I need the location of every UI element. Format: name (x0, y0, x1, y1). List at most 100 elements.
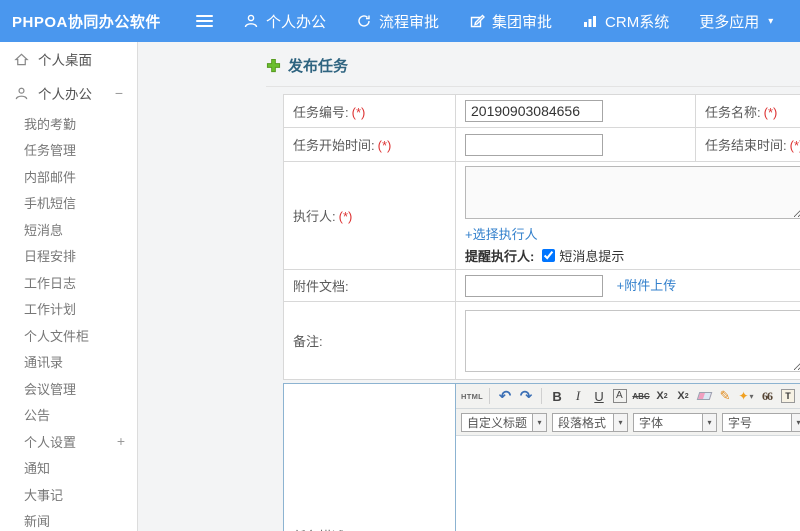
user-icon (243, 13, 259, 29)
font-box-glyph: A (613, 389, 628, 403)
table-row: 任务描述:(*) HTML ↶ ↷ B I U A ABC X2 X2 (283, 383, 800, 531)
hamburger-menu-icon[interactable] (196, 12, 213, 30)
editor-toolbar-row1: HTML ↶ ↷ B I U A ABC X2 X2 ✎ ✦ ▾ 66 T (456, 384, 800, 409)
required-marker: (*) (377, 138, 392, 153)
eraser-glyph (696, 392, 712, 400)
sidebar-item-label: 会议管理 (24, 381, 77, 397)
sidebar-item-mobile-sms[interactable]: 手机短信 (0, 190, 137, 217)
task-number-input[interactable] (465, 100, 603, 122)
sidebar-item-notice[interactable]: 通知 (0, 455, 137, 482)
sidebar-item-label: 手机短信 (24, 196, 77, 212)
sidebar-item-personal-file-cabinet[interactable]: 个人文件柜 (0, 322, 137, 349)
task-name-label: 任务名称: (705, 104, 761, 120)
caret-down-icon: ▾ (791, 413, 800, 431)
sidebar-item-meeting-management[interactable]: 会议管理 (0, 375, 137, 402)
bold-button[interactable]: B (548, 387, 566, 406)
nav-more-apps[interactable]: 更多应用 ▾ (699, 11, 773, 32)
remark-textarea[interactable] (465, 309, 800, 372)
start-time-field-cell (455, 127, 696, 162)
strikethrough-button[interactable]: ABC (632, 387, 650, 406)
toolbar-separator (489, 388, 491, 404)
paragraph-format-dropdown[interactable]: 段落格式 ▾ (552, 412, 629, 432)
home-icon (14, 52, 29, 67)
font-box-button[interactable]: A (611, 387, 629, 406)
caret-down-icon: ▾ (532, 413, 547, 431)
app-logo: PHPOA协同办公软件 (12, 13, 161, 31)
redo-icon[interactable]: ↷ (517, 387, 535, 406)
blockquote-button[interactable]: 66 (758, 387, 776, 406)
sidebar-item-label: 工作计划 (24, 302, 77, 318)
task-name-label-cell: 任务名称: (*) (695, 94, 800, 128)
sidebar-item-announcement[interactable]: 公告 (0, 402, 137, 429)
underline-button[interactable]: U (590, 387, 608, 406)
sidebar-item-personal-settings[interactable]: 个人设置 + (0, 428, 137, 455)
attachment-label: 附件文档: (293, 279, 349, 294)
sidebar-item-label: 我的考勤 (24, 116, 77, 132)
sidebar-item-work-log[interactable]: 工作日志 (0, 269, 137, 296)
attachment-input[interactable] (465, 274, 603, 297)
attachment-upload-link[interactable]: +附件上传 (617, 278, 677, 293)
sidebar-item-personal-office[interactable]: 个人办公 − (0, 76, 137, 110)
executor-label-cell: 执行人: (*) (283, 161, 456, 270)
end-time-label-cell: 任务结束时间:(*) (695, 127, 800, 162)
editor-content-area[interactable] (456, 436, 800, 531)
font-family-dropdown[interactable]: 字体 ▾ (633, 412, 718, 432)
custom-heading-dropdown[interactable]: 自定义标题 ▾ (461, 412, 548, 432)
nav-personal-office[interactable]: 个人办公 (243, 11, 326, 32)
sms-remind-checkbox[interactable] (542, 249, 556, 262)
highlight-wand-button[interactable]: ✦ ▾ (737, 387, 755, 406)
sup-mark: 2 (663, 392, 668, 400)
format-brush-icon[interactable]: ✎ (716, 387, 734, 406)
sidebar-item-label: 日程安排 (24, 249, 77, 265)
choose-executor-link[interactable]: +选择执行人 (465, 227, 538, 242)
sidebar-item-label: 个人办公 (38, 87, 92, 102)
caret-down-icon: ▾ (613, 413, 628, 431)
sidebar-item-big-events[interactable]: 大事记 (0, 481, 137, 508)
page-title: 发布任务 (288, 58, 349, 75)
sidebar-item-label: 通知 (24, 461, 51, 477)
required-marker: (*) (763, 104, 778, 120)
table-row: 附件文档: +附件上传 (283, 269, 800, 302)
sidebar-item-work-plan[interactable]: 工作计划 (0, 296, 137, 323)
executor-label: 执行人: (293, 209, 336, 224)
sidebar-item-label: 短消息 (24, 222, 64, 238)
required-marker: (*) (338, 209, 353, 224)
eraser-icon[interactable] (695, 387, 713, 406)
nav-workflow-approval[interactable]: 流程审批 (356, 11, 439, 32)
sidebar-item-personal-desktop[interactable]: 个人桌面 (0, 42, 137, 76)
task-number-label-cell: 任务编号: (*) (283, 94, 456, 128)
start-time-input[interactable] (465, 133, 603, 156)
nav-crm-system[interactable]: CRM系统 (582, 11, 669, 32)
attachment-field-cell: +附件上传 (455, 269, 800, 302)
nav-label: CRM系统 (605, 13, 670, 31)
font-size-dropdown[interactable]: 字号 ▾ (722, 412, 800, 432)
expand-icon[interactable]: + (117, 433, 125, 449)
nav-group-approval[interactable]: 集团审批 (469, 11, 552, 32)
rich-text-editor: HTML ↶ ↷ B I U A ABC X2 X2 ✎ ✦ ▾ 66 T 自定… (455, 383, 800, 531)
executor-textarea[interactable] (465, 166, 800, 219)
superscript-button[interactable]: X2 (653, 387, 671, 406)
sidebar-item-task-management[interactable]: 任务管理 (0, 137, 137, 164)
subscript-button[interactable]: X2 (674, 387, 692, 406)
sidebar: 个人桌面 个人办公 − 我的考勤 任务管理 内部邮件 手机短信 短消息 日程安排… (0, 42, 138, 531)
html-source-button[interactable]: HTML (461, 387, 483, 406)
task-number-label: 任务编号: (293, 104, 349, 120)
task-form-table: 任务编号:(*) 任务名称:(*) 任务开始时间:(*) 任务结束时间:(*) … (283, 94, 800, 380)
sidebar-item-short-message[interactable]: 短消息 (0, 216, 137, 243)
sidebar-item-contacts[interactable]: 通讯录 (0, 349, 137, 376)
italic-button[interactable]: I (569, 387, 587, 406)
sidebar-item-internal-mail[interactable]: 内部邮件 (0, 163, 137, 190)
sms-remind-label: 短消息提示 (559, 249, 625, 264)
main-content: 发布任务 任务编号:(*) 任务名称:(*) 任务开始时间:(*) 任务结束时间… (138, 42, 800, 531)
sidebar-item-schedule[interactable]: 日程安排 (0, 243, 137, 270)
sidebar-item-label: 公告 (24, 408, 51, 424)
paste-from-word-button[interactable]: T (779, 387, 797, 406)
sidebar-item-my-attendance[interactable]: 我的考勤 (0, 110, 137, 137)
collapse-icon[interactable]: − (115, 85, 123, 101)
dropdown-value: 自定义标题 (467, 415, 528, 430)
required-marker: (*) (351, 104, 366, 120)
attachment-label-cell: 附件文档: (283, 269, 456, 302)
sidebar-item-label: 通讯录 (24, 355, 64, 371)
sidebar-item-news[interactable]: 新闻 (0, 508, 137, 531)
undo-icon[interactable]: ↶ (496, 387, 514, 406)
